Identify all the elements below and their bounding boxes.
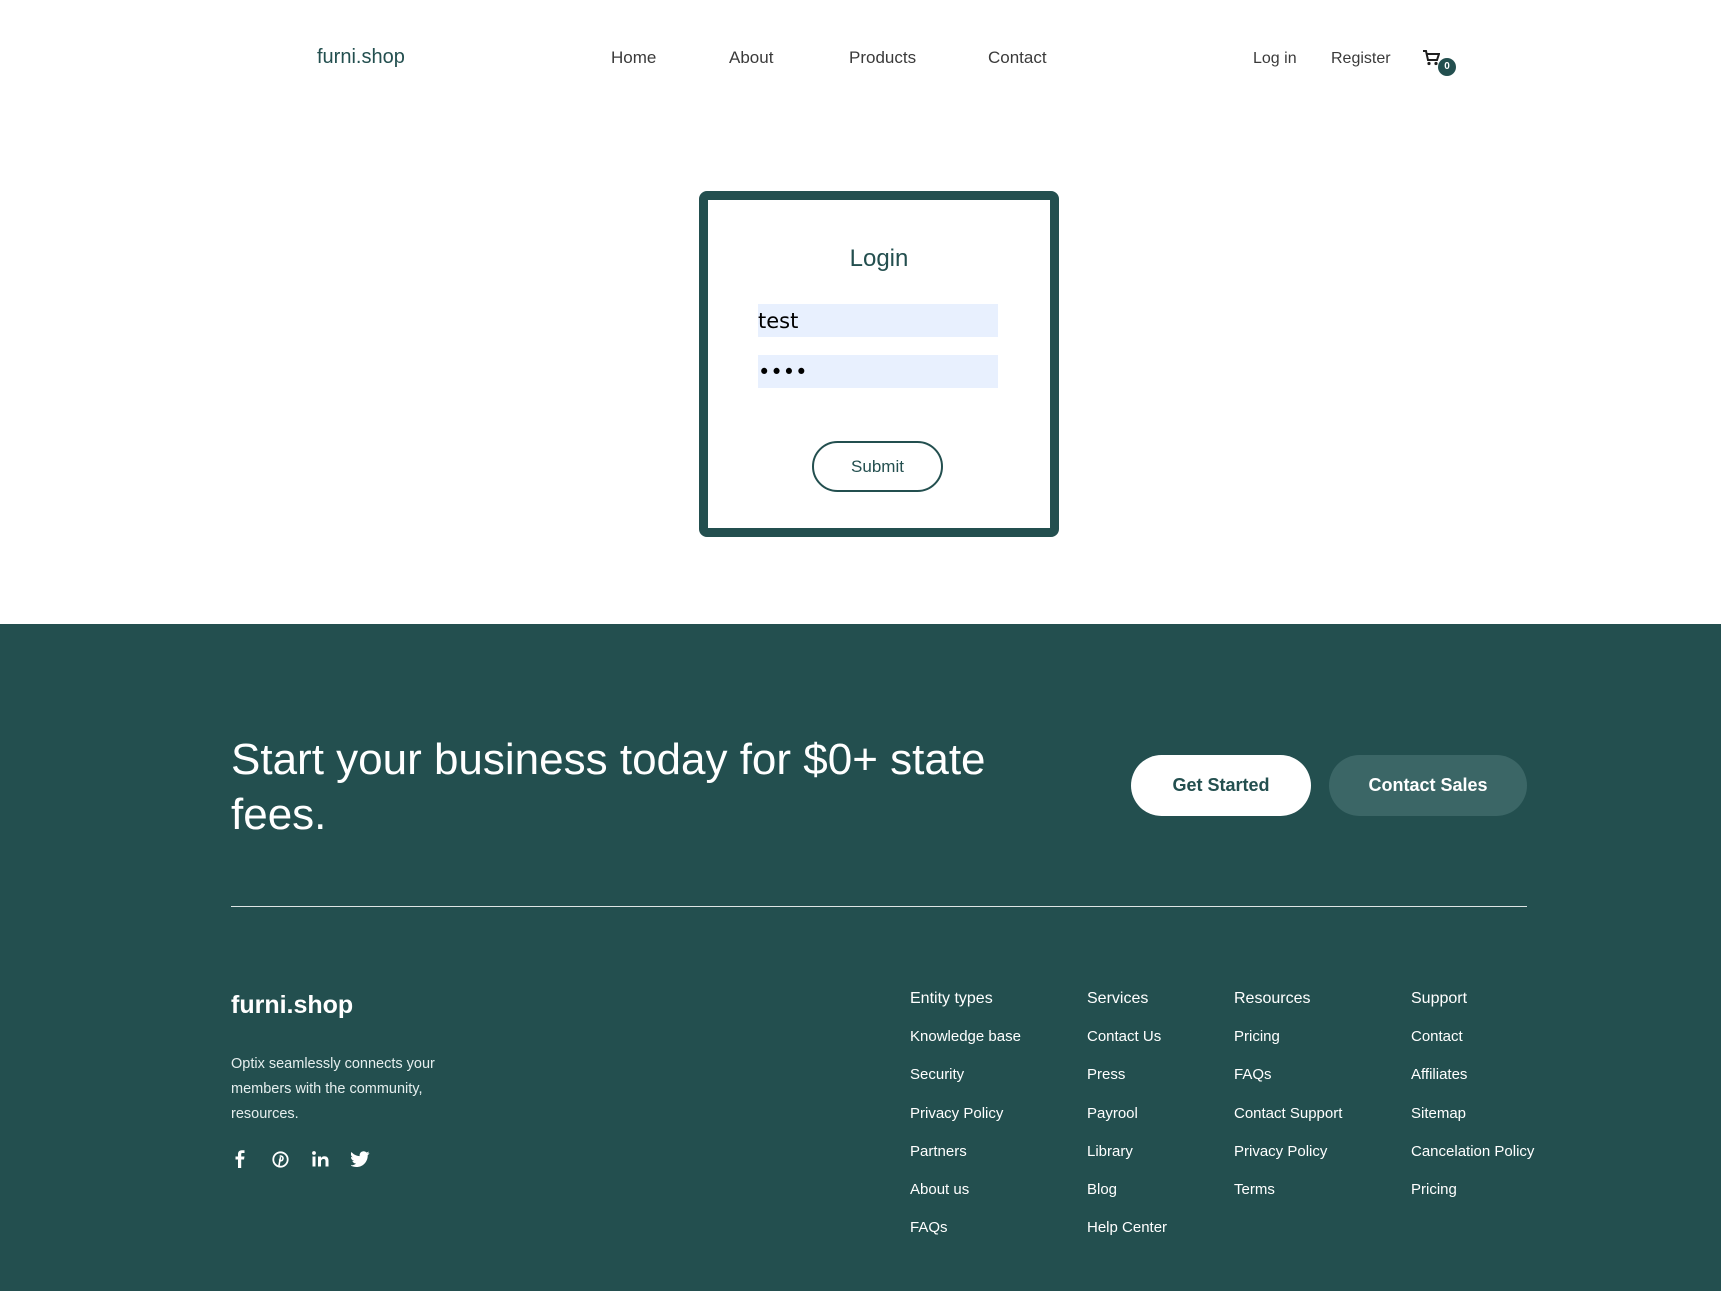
- footer-link[interactable]: Library: [1087, 1143, 1167, 1181]
- footer-link[interactable]: Partners: [910, 1143, 1021, 1181]
- footer-col-title: Resources: [1234, 990, 1311, 1007]
- footer-link[interactable]: Contact Us: [1087, 1028, 1167, 1066]
- footer-col-title: Entity types: [910, 990, 993, 1007]
- footer-brand[interactable]: furni.shop: [231, 991, 353, 1020]
- footer-link[interactable]: Press: [1087, 1066, 1167, 1104]
- footer-col-title: Support: [1411, 990, 1468, 1007]
- cart-button[interactable]: 0: [1422, 48, 1456, 76]
- twitter-icon[interactable]: [349, 1148, 371, 1170]
- register-link[interactable]: Register: [1331, 50, 1391, 68]
- nav-about[interactable]: About: [729, 48, 773, 68]
- cart-count-badge: 0: [1438, 58, 1456, 76]
- contact-sales-button[interactable]: Contact Sales: [1329, 755, 1527, 816]
- footer-description: Optix seamlessly connects your members w…: [231, 1056, 435, 1122]
- footer-link[interactable]: Cancelation Policy: [1411, 1143, 1534, 1181]
- footer-link[interactable]: FAQs: [1234, 1066, 1342, 1104]
- brand-logo[interactable]: furni.shop: [317, 46, 405, 69]
- footer-link[interactable]: Security: [910, 1066, 1021, 1104]
- footer-link[interactable]: Affiliates: [1411, 1066, 1534, 1104]
- site-header: furni.shop Home About Products Contact L…: [0, 0, 1721, 120]
- footer-link[interactable]: FAQs: [910, 1219, 1021, 1257]
- nav-contact[interactable]: Contact: [988, 48, 1047, 68]
- cart-icon: [1423, 50, 1440, 66]
- footer-divider: [231, 906, 1527, 907]
- footer-col-resources: Resources Pricing FAQs Contact Support P…: [1234, 990, 1342, 1219]
- nav-products[interactable]: Products: [849, 48, 916, 68]
- footer-link[interactable]: Payrool: [1087, 1105, 1167, 1143]
- linkedin-icon[interactable]: [309, 1148, 331, 1170]
- pinterest-icon[interactable]: [269, 1148, 291, 1170]
- footer-link[interactable]: About us: [910, 1181, 1021, 1219]
- footer-link[interactable]: Blog: [1087, 1181, 1167, 1219]
- password-input[interactable]: [758, 355, 998, 388]
- footer-link[interactable]: Privacy Policy: [1234, 1143, 1342, 1181]
- footer-col-services: Services Contact Us Press Payrool Librar…: [1087, 990, 1167, 1258]
- footer-link[interactable]: Pricing: [1411, 1181, 1534, 1219]
- get-started-button[interactable]: Get Started: [1131, 755, 1311, 816]
- footer-col-title: Services: [1087, 990, 1149, 1007]
- footer-link[interactable]: Sitemap: [1411, 1105, 1534, 1143]
- footer-link[interactable]: Terms: [1234, 1181, 1342, 1219]
- username-input[interactable]: [758, 304, 998, 337]
- submit-button[interactable]: Submit: [812, 441, 943, 492]
- footer-col-entity-types: Entity types Knowledge base Security Pri…: [910, 990, 1021, 1258]
- site-footer: Start your business today for $0+ state …: [0, 624, 1721, 1291]
- footer-link[interactable]: Knowledge base: [910, 1028, 1021, 1066]
- footer-link[interactable]: Contact Support: [1234, 1105, 1342, 1143]
- footer-link[interactable]: Pricing: [1234, 1028, 1342, 1066]
- footer-link[interactable]: Contact: [1411, 1028, 1534, 1066]
- login-title: Login: [849, 245, 909, 272]
- login-link[interactable]: Log in: [1253, 50, 1297, 68]
- cta-heading: Start your business today for $0+ state …: [231, 735, 986, 839]
- footer-link[interactable]: Help Center: [1087, 1219, 1167, 1257]
- footer-col-support: Support Contact Affiliates Sitemap Cance…: [1411, 990, 1534, 1219]
- login-form: Login Submit: [699, 191, 1059, 537]
- nav-home[interactable]: Home: [611, 48, 656, 68]
- facebook-icon[interactable]: [229, 1148, 251, 1170]
- footer-link[interactable]: Privacy Policy: [910, 1105, 1021, 1143]
